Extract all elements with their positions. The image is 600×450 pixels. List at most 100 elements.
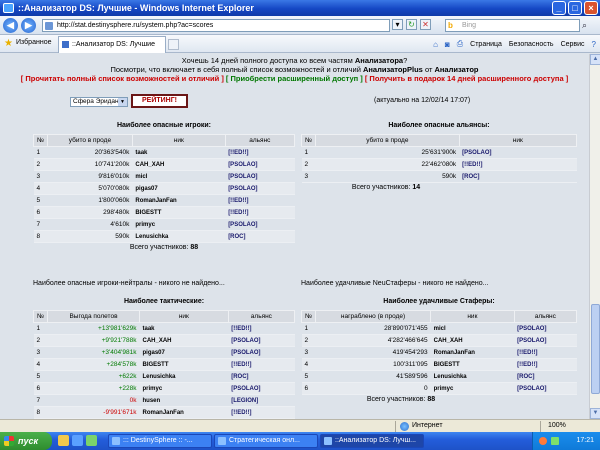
window-title: ::Анализатор DS: Лучшие - Windows Intern…	[18, 3, 254, 13]
table-cell: +9'921'788k	[47, 334, 140, 347]
column-header: №	[301, 134, 316, 147]
tray-network-icon[interactable]	[551, 437, 559, 445]
table-cell: 1	[33, 322, 48, 335]
table-cell: 100'311'095	[315, 358, 431, 371]
refresh-icon[interactable]: ↻	[406, 19, 417, 30]
table-cell: RomanJanFan	[139, 406, 229, 419]
taskbar-button-strategy[interactable]: Стратегическая онл...	[214, 434, 318, 448]
close-button[interactable]: ×	[584, 1, 598, 15]
table-row: 3 590k [ROC]	[301, 170, 577, 183]
table-cell: 22'462'080k	[315, 158, 460, 171]
taskbar-button-analyzer[interactable]: ::Анализатор DS: Лучш...	[320, 434, 424, 448]
table-cell: [!!ED!!]	[225, 194, 295, 207]
window-titlebar: ::Анализатор DS: Лучшие - Windows Intern…	[0, 0, 600, 16]
table-cell: +228k	[47, 382, 140, 395]
zone-label: Интернет	[412, 422, 443, 429]
table-cell: 4	[33, 182, 48, 195]
table-row: 5 1'800'060k RomanJanFan [!!ED!!]	[33, 194, 295, 207]
table-row: 8 -9'991'671k RomanJanFan [!!ED!!]	[33, 406, 295, 419]
table-cell: 419'454'293	[315, 346, 431, 359]
table-cell: taak	[132, 146, 226, 159]
stafers-total-value: 88	[427, 396, 436, 403]
gift-access-link[interactable]: [ Получить в подарок 14 дней расширенног…	[365, 74, 568, 83]
alliances-total: Всего участников: 14	[301, 183, 471, 192]
table-cell: 4'610k	[47, 218, 133, 231]
table-row: 4 100'311'095 BIGESTT [!!ED!!]	[301, 358, 577, 371]
forward-arrow-icon[interactable]: ▶	[21, 18, 36, 33]
new-tab-button[interactable]	[168, 39, 179, 50]
scroll-down-icon[interactable]: ▼	[590, 408, 600, 419]
rating-button[interactable]: РЕЙТИНГ!	[131, 94, 188, 108]
table-cell: RomanJanFan	[430, 346, 515, 359]
dropdown-icon[interactable]: ▾	[392, 19, 403, 30]
favorites-button[interactable]: Избранное	[16, 39, 51, 46]
table-cell: 3	[301, 170, 316, 183]
table-cell: BIGESTT	[430, 358, 515, 371]
quicklaunch-folder-icon[interactable]	[58, 435, 69, 446]
table-cell: 3	[301, 346, 316, 359]
page-menu[interactable]: Страница	[470, 41, 502, 48]
alliances-block: Наиболее опасные альянсы: № убито в проде…	[301, 121, 578, 192]
table-cell: [ROC]	[225, 230, 295, 243]
table-row: 1 25'631'900k [PSOLAO]	[301, 146, 577, 159]
minimize-button[interactable]: _	[552, 1, 566, 15]
chevron-down-icon: ▼	[118, 98, 127, 106]
table-cell: 5	[301, 370, 316, 383]
table-cell: 7	[33, 218, 48, 231]
ie-icon	[3, 3, 14, 13]
table-cell: 3	[33, 170, 48, 183]
maximize-button[interactable]: □	[568, 1, 582, 15]
table-cell: 590k	[47, 230, 133, 243]
taskbar-button-destinysphere[interactable]: ::: DestinySphere :: -...	[108, 434, 212, 448]
table-row: 7 4'610k primyc [PSOLAO]	[33, 218, 295, 231]
table-cell: [PSOLAO]	[459, 146, 577, 159]
table-cell: 590k	[315, 170, 460, 183]
scroll-up-icon[interactable]: ▲	[590, 54, 600, 65]
back-arrow-icon[interactable]: ◀	[3, 18, 18, 33]
home-icon[interactable]: ⌂	[433, 40, 438, 49]
column-header: альянс	[513, 310, 578, 323]
sphere-select[interactable]: Сфера Эридана ▼	[70, 97, 128, 107]
zoom-level[interactable]: 100%	[548, 420, 566, 432]
table-cell: BIGESTT	[139, 358, 229, 371]
quicklaunch-desktop-icon[interactable]	[86, 435, 97, 446]
table-cell: pigas07	[132, 182, 226, 195]
stafers-title: Наиболее удачливые Стаферы:	[383, 298, 495, 305]
service-menu[interactable]: Сервис	[561, 41, 585, 48]
table-cell: 2	[33, 158, 48, 171]
search-input[interactable]: b Bing	[445, 19, 580, 32]
column-header: №	[33, 310, 48, 323]
security-menu[interactable]: Безопасность	[509, 41, 554, 48]
table-cell: +622k	[47, 370, 140, 383]
column-header: №	[301, 310, 316, 323]
scroll-thumb[interactable]	[591, 304, 600, 394]
column-header: Выгода полетов	[47, 310, 140, 323]
tactical-title: Наиболее тактические:	[123, 298, 205, 305]
start-button[interactable]: пуск	[0, 432, 52, 450]
help-icon[interactable]: ?	[592, 40, 596, 49]
column-header: ник	[138, 310, 229, 323]
table-cell: pigas07	[139, 346, 229, 359]
promo-text-end: ?	[403, 56, 408, 65]
favorites-star-icon[interactable]: ★	[4, 38, 13, 49]
table-cell: [ROC]	[459, 170, 577, 183]
page-icon	[45, 22, 53, 30]
url-input[interactable]: http://stat.destinysphere.ru/system.php?…	[42, 19, 390, 32]
tray-icon[interactable]	[539, 437, 547, 445]
search-icon[interactable]: ⌕	[582, 20, 587, 31]
quicklaunch-ie-icon[interactable]	[72, 435, 83, 446]
vertical-scrollbar[interactable]: ▲ ▼	[589, 54, 600, 419]
table-cell: CAH_XAH	[430, 334, 515, 347]
table-cell: [PSOLAO]	[514, 322, 577, 335]
table-cell: [!!ED!!]	[228, 358, 295, 371]
column-header: альянс	[227, 310, 296, 323]
table-row: 5 41'589'596 Lenusichka [ROC]	[301, 370, 577, 383]
table-cell: 6	[301, 382, 316, 395]
stop-icon[interactable]: ✕	[420, 19, 431, 30]
feeds-icon[interactable]: ◙	[445, 40, 450, 49]
browser-tab[interactable]: ::Анализатор DS: Лучшие	[58, 36, 166, 53]
buy-access-link[interactable]: [ Приобрести расширенный доступ ]	[226, 74, 363, 83]
table-cell: 6	[33, 382, 48, 395]
features-link[interactable]: [ Прочитать полный список возможностей и…	[21, 74, 224, 83]
print-icon[interactable]: ⎙	[457, 39, 463, 49]
